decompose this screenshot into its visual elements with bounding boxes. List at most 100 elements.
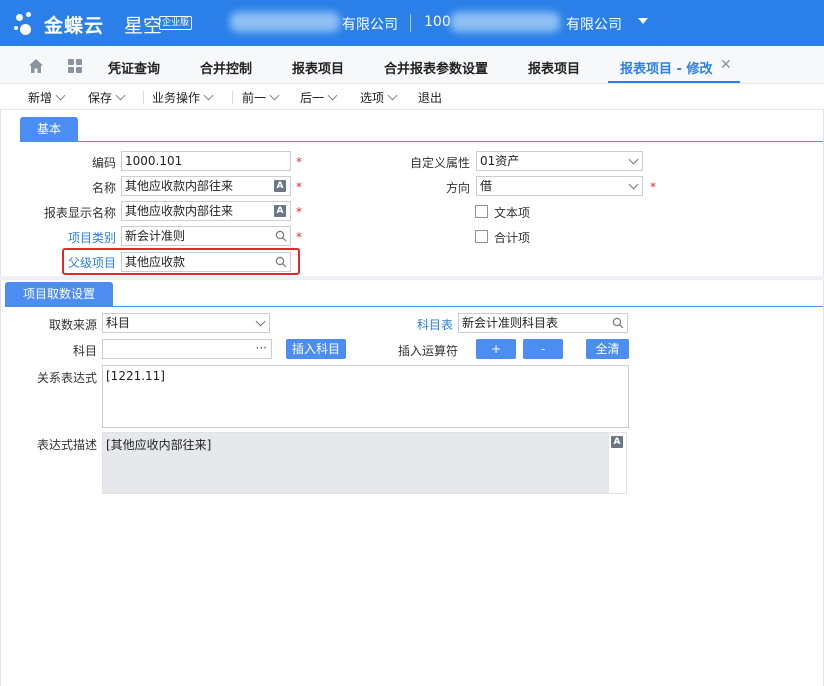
- code-value: 1000.101: [125, 154, 183, 168]
- section-tab-fetch[interactable]: 项目取数设置: [5, 282, 113, 306]
- tab-bar: 凭证查询 合并控制 报表项目 合并报表参数设置 报表项目 报表项目 - 修改 ✕: [0, 46, 824, 84]
- next-button[interactable]: 后一: [300, 89, 338, 106]
- multilang-icon[interactable]: A: [611, 436, 623, 448]
- home-icon[interactable]: [28, 58, 44, 74]
- account-field[interactable]: ···: [102, 339, 272, 359]
- description-label: 表达式描述: [36, 438, 97, 452]
- account-table-field[interactable]: 新会计准则科目表: [458, 313, 628, 333]
- required-mark: *: [296, 180, 302, 194]
- close-tab-icon[interactable]: ✕: [720, 57, 732, 73]
- name-field[interactable]: 其他应收款内部往来 A: [121, 176, 291, 196]
- new-button[interactable]: 新增: [28, 89, 66, 106]
- parent-item-label[interactable]: 父级项目: [40, 254, 116, 271]
- search-icon[interactable]: [275, 256, 287, 268]
- chevron-down-icon: [255, 316, 266, 327]
- tab-consolidation-control[interactable]: 合并控制: [200, 58, 252, 77]
- required-mark: *: [296, 205, 302, 219]
- section-line-basic: [20, 141, 823, 142]
- direction-label: 方向: [445, 181, 470, 195]
- prev-button[interactable]: 前一: [242, 89, 280, 106]
- search-icon[interactable]: [275, 230, 287, 242]
- total-item-checkbox[interactable]: [475, 230, 488, 243]
- name-value: 其他应收款内部往来: [125, 179, 234, 193]
- page-border-left: [0, 110, 1, 686]
- options-button[interactable]: 选项: [360, 89, 398, 106]
- next-label: 后一: [300, 91, 325, 105]
- section-divider: [0, 276, 824, 280]
- section-tab-basic[interactable]: 基本: [20, 117, 78, 141]
- parent-item-value: 其他应收款: [125, 255, 186, 269]
- business-ops-label: 业务操作: [152, 91, 201, 105]
- account-table-label[interactable]: 科目表: [400, 316, 453, 333]
- chevron-down-icon: [269, 90, 280, 101]
- source-label: 取数来源: [48, 318, 97, 332]
- toolbar-divider: [143, 91, 144, 104]
- chevron-down-icon: [203, 90, 214, 101]
- category-field[interactable]: 新会计准则: [121, 226, 291, 246]
- chevron-down-icon: [628, 179, 639, 190]
- save-button[interactable]: 保存: [88, 89, 126, 106]
- org-name-right[interactable]: 有限公司: [566, 14, 622, 34]
- description-scroll-area[interactable]: A: [608, 433, 626, 493]
- chevron-down-icon: [55, 90, 66, 101]
- edition-badge: 企业版: [159, 16, 193, 30]
- chevron-down-icon: [387, 90, 398, 101]
- toolbar-divider: [232, 91, 233, 104]
- name-label: 名称: [91, 181, 116, 195]
- redacted-org-name: [230, 12, 340, 32]
- org-switch-caret-icon[interactable]: [638, 18, 648, 24]
- multilang-icon[interactable]: A: [274, 205, 286, 217]
- account-label: 科目: [72, 344, 97, 358]
- clear-all-button[interactable]: 全清: [586, 339, 629, 359]
- insert-operator-label: 插入运算符: [398, 344, 459, 358]
- business-ops-button[interactable]: 业务操作: [152, 89, 214, 106]
- parent-item-field[interactable]: 其他应收款: [121, 252, 291, 272]
- tab-voucher-query[interactable]: 凭证查询: [108, 58, 160, 77]
- toolbar: 新增 保存 业务操作 前一 后一 选项 退出: [0, 84, 824, 110]
- source-select[interactable]: 科目: [102, 313, 270, 333]
- tab-report-item-2[interactable]: 报表项目: [528, 58, 580, 77]
- display-name-value: 其他应收款内部往来: [125, 204, 234, 218]
- brand-suffix: 星空: [124, 15, 163, 37]
- org-code[interactable]: 100: [424, 14, 451, 30]
- source-value: 科目: [106, 316, 131, 330]
- exit-button[interactable]: 退出: [418, 89, 442, 106]
- options-label: 选项: [360, 91, 385, 105]
- text-item-label: 文本项: [494, 206, 531, 220]
- code-field[interactable]: 1000.101: [121, 151, 291, 171]
- code-label: 编码: [91, 156, 116, 170]
- kingdee-logo[interactable]: 金蝶云 星空 企业版: [14, 10, 194, 37]
- redacted-org-name-2: [450, 12, 560, 32]
- search-icon[interactable]: [612, 317, 624, 329]
- active-tab-indicator: [608, 81, 740, 83]
- direction-value: 借: [480, 179, 493, 193]
- required-mark: *: [296, 230, 302, 244]
- tab-report-item-edit[interactable]: 报表项目 - 修改: [620, 58, 712, 77]
- save-label: 保存: [88, 91, 113, 105]
- tab-consolidation-params[interactable]: 合并报表参数设置: [384, 58, 488, 77]
- section-line-fetch: [5, 306, 823, 307]
- description-value: [其他应收内部往来]: [106, 438, 212, 452]
- logo-dots-icon: [14, 12, 42, 36]
- more-ellipsis-icon[interactable]: ···: [256, 340, 267, 357]
- expression-textarea[interactable]: [1221.11]: [102, 365, 629, 428]
- required-mark: *: [650, 180, 656, 194]
- account-table-value: 新会计准则科目表: [462, 316, 559, 330]
- insert-account-button[interactable]: 插入科目: [286, 339, 346, 359]
- org-name-left[interactable]: 有限公司: [342, 14, 398, 34]
- display-name-field[interactable]: 其他应收款内部往来 A: [121, 201, 291, 221]
- custom-attr-label: 自定义属性: [409, 156, 470, 170]
- description-textarea[interactable]: [其他应收内部往来] A: [102, 432, 627, 494]
- multilang-icon[interactable]: A: [274, 180, 286, 192]
- custom-attr-value: 01资产: [480, 154, 520, 168]
- apps-grid-icon[interactable]: [68, 59, 82, 73]
- display-name-label: 报表显示名称: [43, 206, 116, 220]
- text-item-checkbox[interactable]: [475, 205, 488, 218]
- category-label[interactable]: 项目类别: [40, 229, 116, 246]
- custom-attr-select[interactable]: 01资产: [476, 151, 643, 171]
- plus-operator-button[interactable]: +: [476, 339, 516, 359]
- direction-select[interactable]: 借: [476, 176, 643, 196]
- tab-report-item-1[interactable]: 报表项目: [292, 58, 344, 77]
- minus-operator-button[interactable]: -: [523, 339, 563, 359]
- brand-name: 金蝶云: [44, 15, 105, 37]
